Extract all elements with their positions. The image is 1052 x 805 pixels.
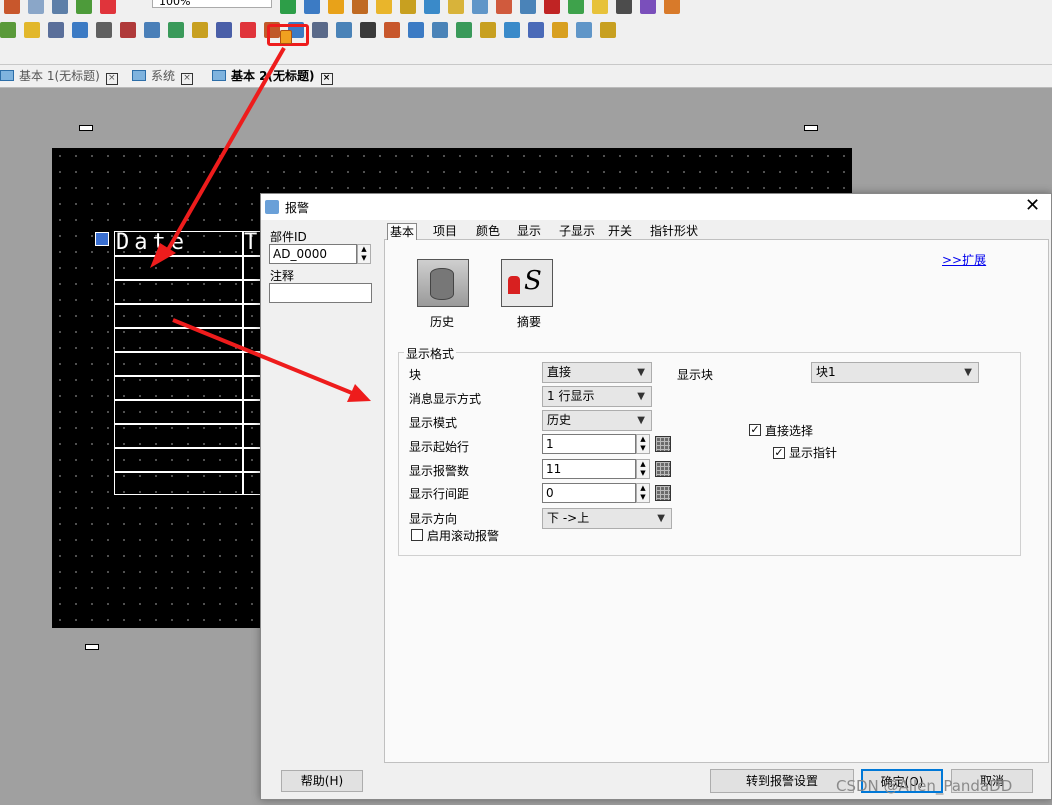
annotation-arrow-1 [163, 47, 286, 256]
annotation-arrows [150, 47, 371, 402]
annotation-arrow-2 [172, 318, 353, 395]
annotation-arrow-head-1 [150, 243, 176, 268]
